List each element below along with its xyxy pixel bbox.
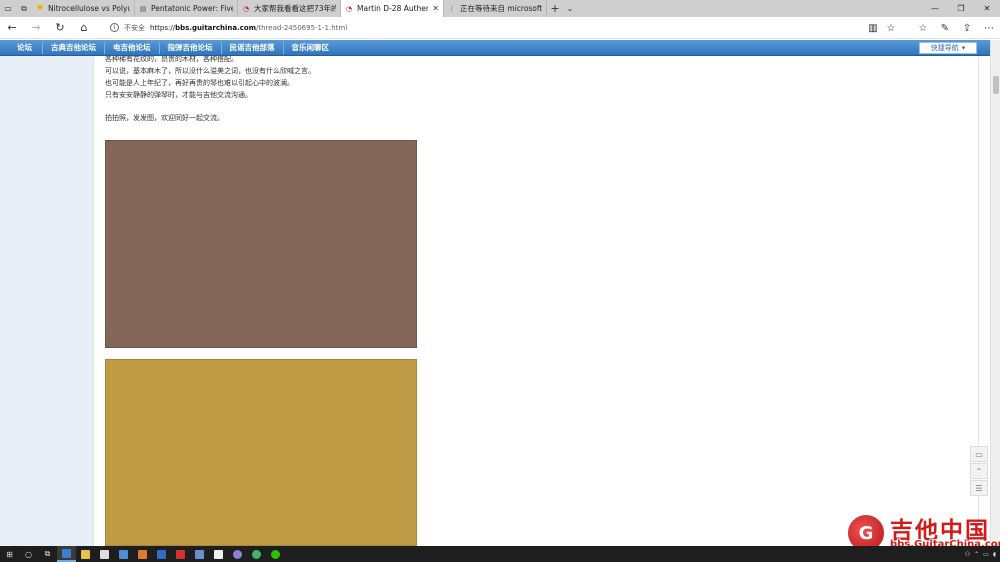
url-domain: bbs.guitarchina.com: [175, 23, 257, 32]
browser-tab[interactable]: ◔ 大家帮我看看这把73年的元: [238, 0, 341, 17]
page-icon: ▤: [139, 4, 147, 13]
outlook-icon[interactable]: [152, 546, 171, 562]
tab-title: 大家帮我看看这把73年的元: [254, 4, 336, 13]
browser-tab-strip: ▭ ⧉ ⛊ Nitrocellulose vs Polyuretha ▤ Pen…: [0, 0, 1000, 17]
home-icon[interactable]: ⌂: [72, 17, 96, 39]
quick-nav-button[interactable]: 快捷导航 ▾: [919, 42, 977, 54]
minimize-icon[interactable]: —: [922, 0, 948, 17]
window-controls: — ❐ ✕: [922, 0, 1000, 17]
network-icon[interactable]: ▭: [983, 551, 989, 558]
new-tab-icon[interactable]: +: [547, 0, 563, 17]
post-body: 各种稀有花纹的，昂贵的木材，各种搭配。 可以说，基本麻木了，所以没什么溢美之词，…: [105, 53, 315, 124]
address-bar-actions: ▥ ☆: [864, 17, 900, 39]
nav-fingerstyle-guitar[interactable]: 指弹吉他论坛: [160, 40, 221, 56]
tab-title: Nitrocellulose vs Polyuretha: [48, 4, 130, 13]
back-icon[interactable]: ←: [0, 17, 24, 39]
caret-down-icon: ▾: [961, 44, 966, 52]
url-path: /thread-2450695-1-1.html: [256, 23, 348, 32]
volume-icon[interactable]: ◖: [993, 551, 996, 558]
browser-toolbar: ← → ↻ ⌂ i 不安全 https://bbs.guitarchina.co…: [0, 17, 1000, 39]
people-icon[interactable]: ⚇: [965, 551, 970, 558]
browser-tab[interactable]: ▤ Pentatonic Power: Five Way: [135, 0, 238, 17]
post-line: 可以说，基本麻木了，所以没什么溢美之词，也没有什么欣喊之言。: [105, 67, 315, 75]
share-icon[interactable]: ⇪: [956, 23, 978, 34]
web-notes-icon[interactable]: ✎: [934, 23, 956, 34]
nav-folk-guitar[interactable]: 民谣吉他部落: [222, 40, 283, 56]
close-window-icon[interactable]: ✕: [974, 0, 1000, 17]
tray-chevron-up-icon[interactable]: ⌃: [974, 551, 979, 558]
reading-view-icon[interactable]: ▥: [864, 23, 882, 34]
page-viewport: 各种稀有花纹的，昂贵的木材，各种搭配。 可以说，基本麻木了，所以没什么溢美之词，…: [0, 40, 990, 546]
page-scrollbar[interactable]: [990, 40, 1000, 546]
norton-shield-icon: ⛊: [37, 4, 43, 12]
url-scheme: https://: [150, 23, 176, 32]
more-icon[interactable]: ⋯: [978, 23, 1000, 34]
browser-actions: ☆ ✎ ⇪ ⋯: [912, 17, 1000, 39]
file-explorer-icon[interactable]: [76, 546, 95, 562]
start-icon[interactable]: ⊞: [0, 546, 19, 562]
tab-title: 正在等待来自 microsoft%2l: [460, 4, 542, 13]
tab-preview-icon[interactable]: ⧉: [16, 0, 32, 17]
chevron-down-icon[interactable]: ⌄: [563, 0, 577, 17]
site-nav-bar: 论坛 古典吉他论坛 电吉他论坛 指弹吉他论坛 民谣吉他部落 音乐闲聊区 快捷导航…: [0, 40, 990, 56]
forward-icon[interactable]: →: [24, 17, 48, 39]
calculator-icon[interactable]: [114, 546, 133, 562]
guitarchina-icon: ◔: [242, 4, 250, 13]
back-to-top-icon[interactable]: ⌃: [970, 463, 988, 479]
nav-music-chat[interactable]: 音乐闲聊区: [284, 40, 338, 56]
comment-icon[interactable]: ▭: [970, 446, 988, 462]
browser-tab[interactable]: ( 正在等待来自 microsoft%2l: [444, 0, 547, 17]
favorite-star-icon[interactable]: ☆: [882, 23, 900, 34]
post-photo[interactable]: [105, 359, 417, 546]
app-purple-icon[interactable]: [228, 546, 247, 562]
quick-nav-label: 快捷导航: [930, 44, 959, 52]
guitarchina-icon: ◔: [345, 4, 353, 13]
list-icon[interactable]: ☰: [970, 480, 988, 496]
post-photo[interactable]: [105, 140, 417, 348]
nav-electric-guitar[interactable]: 电吉他论坛: [105, 40, 159, 56]
security-label: 不安全: [124, 23, 145, 32]
edge-taskbar-icon[interactable]: [57, 546, 76, 562]
floating-tools: ▭ ⌃ ☰: [970, 446, 988, 496]
tab-set-aside-icon[interactable]: ▭: [0, 0, 16, 17]
app-blue-icon[interactable]: [190, 546, 209, 562]
refresh-icon[interactable]: ↻: [48, 17, 72, 39]
task-view-icon[interactable]: ⧉: [38, 546, 57, 562]
nav-classical-guitar[interactable]: 古典吉他论坛: [43, 40, 104, 56]
favorites-icon[interactable]: ☆: [912, 23, 934, 34]
close-tab-icon[interactable]: ✕: [432, 4, 439, 13]
windows-taskbar: ⊞ ○ ⧉ ⚇ ⌃ ▭ ◖: [0, 546, 1000, 562]
system-tray: ⚇ ⌃ ▭ ◖: [965, 546, 996, 562]
photos-icon[interactable]: [133, 546, 152, 562]
restore-icon[interactable]: ❐: [948, 0, 974, 17]
wechat-icon[interactable]: [266, 546, 285, 562]
browser-tab[interactable]: ⛊ Nitrocellulose vs Polyuretha: [32, 0, 135, 17]
store-icon[interactable]: [95, 546, 114, 562]
app-white-icon[interactable]: [209, 546, 228, 562]
browser-tab-active[interactable]: ◔ Martin D-28 Authentic ✕: [341, 0, 444, 17]
url-text: https://bbs.guitarchina.com/thread-24506…: [150, 24, 347, 32]
info-icon[interactable]: i: [110, 23, 119, 32]
left-gutter: [0, 40, 94, 546]
tab-title: Martin D-28 Authentic: [357, 4, 428, 13]
app-red-icon[interactable]: [171, 546, 190, 562]
cortana-icon[interactable]: ○: [19, 546, 38, 562]
post-line: 只有安安静静的弹琴时，才能与吉他交流沟通。: [105, 91, 252, 99]
post-closing-line: 拍拍照，发发图，欢迎同好一起交流。: [105, 114, 224, 122]
scrollbar-thumb[interactable]: [993, 76, 999, 94]
loading-icon: (: [450, 4, 454, 13]
address-bar[interactable]: i 不安全 https://bbs.guitarchina.com/thread…: [110, 20, 870, 36]
post-line: 也可能是人上年纪了，再好再贵的琴也难以引起心中的波澜。: [105, 79, 294, 87]
app-green-icon[interactable]: [247, 546, 266, 562]
nav-forum-home[interactable]: 论坛: [0, 40, 42, 56]
tab-title: Pentatonic Power: Five Way: [151, 4, 233, 13]
